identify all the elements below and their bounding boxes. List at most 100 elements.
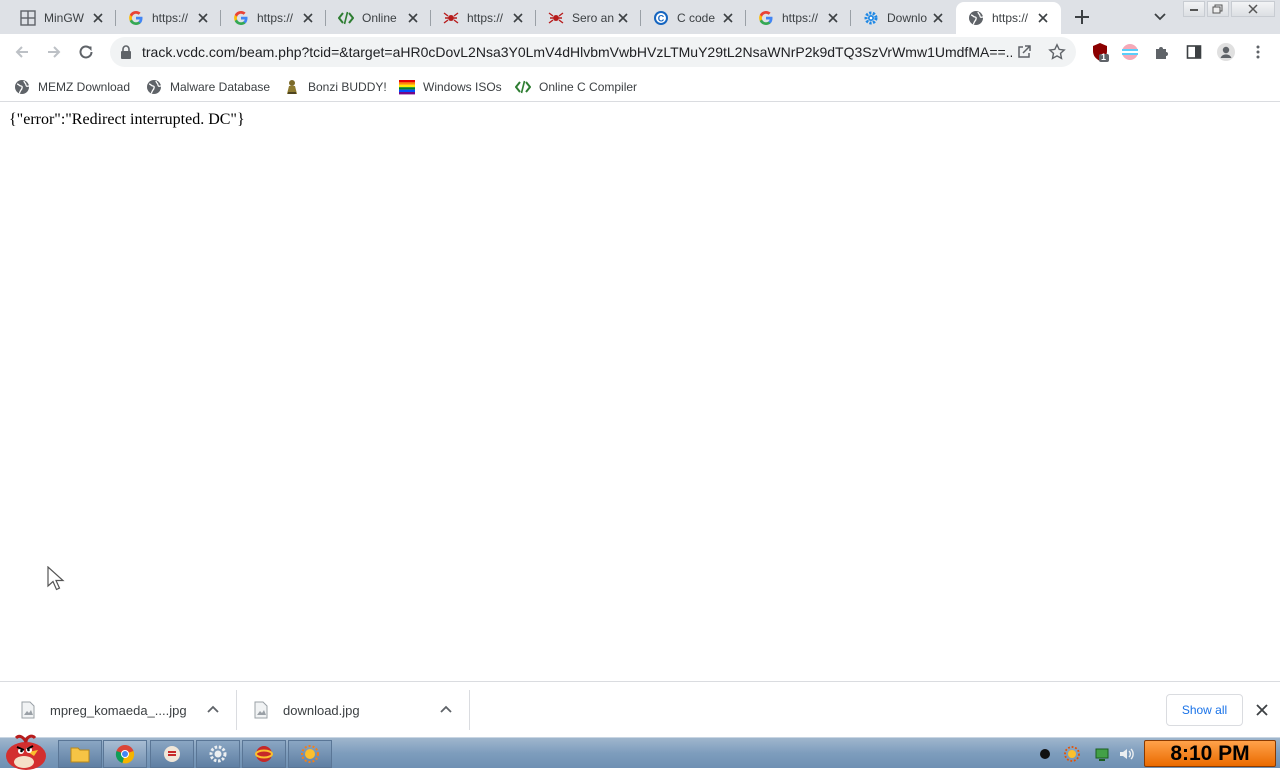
browser-toolbar: track.vcdc.com/beam.php?tcid=&target=aHR… bbox=[0, 34, 1280, 71]
close-window-button[interactable] bbox=[1231, 1, 1275, 17]
taskbar-clock[interactable]: 8:10 PM bbox=[1144, 740, 1276, 767]
tab-spider-2[interactable]: Sero an bbox=[536, 2, 641, 34]
tab-title: https:// bbox=[467, 11, 504, 25]
taskbar-app-3[interactable] bbox=[242, 740, 286, 768]
tray-record-icon[interactable] bbox=[1037, 746, 1053, 762]
svg-text:C: C bbox=[658, 14, 665, 24]
tray-sun-icon[interactable] bbox=[1064, 746, 1080, 762]
gear-icon bbox=[863, 10, 879, 26]
bookmark-label: MEMZ Download bbox=[38, 80, 131, 94]
bookmark-windows-isos[interactable]: Windows ISOs bbox=[399, 75, 502, 99]
bookmark-bonzi-buddy[interactable]: Bonzi BUDDY! bbox=[284, 75, 387, 99]
share-icon[interactable] bbox=[1016, 44, 1032, 60]
google-icon bbox=[128, 10, 144, 26]
error-json-text: {"error":"Redirect interrupted. DC"} bbox=[9, 111, 245, 128]
tab-strip: MinGW https:// https:// Online https:// bbox=[0, 0, 1280, 34]
tab-close-icon[interactable] bbox=[825, 10, 841, 26]
bookmark-star-icon[interactable] bbox=[1048, 43, 1066, 61]
address-bar[interactable]: track.vcdc.com/beam.php?tcid=&target=aHR… bbox=[110, 37, 1076, 67]
tab-close-icon[interactable] bbox=[615, 10, 631, 26]
tab-google-1[interactable]: https:// bbox=[116, 2, 221, 34]
lock-icon[interactable] bbox=[120, 45, 132, 59]
forward-arrow-icon bbox=[48, 46, 61, 58]
tab-title: https:// bbox=[992, 11, 1029, 25]
shield-icon bbox=[1093, 43, 1109, 62]
close-icon[interactable] bbox=[1254, 702, 1270, 718]
taskbar-chrome[interactable] bbox=[103, 740, 147, 768]
minimize-button[interactable] bbox=[1183, 1, 1205, 17]
tab-close-icon[interactable] bbox=[195, 10, 211, 26]
tab-download[interactable]: Downlo bbox=[851, 2, 956, 34]
c-logo-icon: C bbox=[653, 10, 669, 26]
menu-button[interactable] bbox=[1248, 42, 1268, 62]
volume-icon[interactable] bbox=[1118, 746, 1134, 762]
tab-close-icon[interactable] bbox=[405, 10, 421, 26]
restore-button[interactable] bbox=[1207, 1, 1229, 17]
bookmark-malware-database[interactable]: Malware Database bbox=[146, 75, 270, 99]
tab-google-3[interactable]: https:// bbox=[746, 2, 851, 34]
app-bird-icon bbox=[164, 746, 180, 762]
tab-title: MinGW bbox=[44, 11, 84, 25]
sun-icon bbox=[301, 745, 319, 763]
puzzle-icon bbox=[1156, 47, 1168, 59]
back-button[interactable] bbox=[12, 42, 32, 62]
tab-close-icon[interactable] bbox=[1035, 10, 1051, 26]
download-item[interactable]: download.jpg bbox=[253, 682, 463, 738]
show-all-button[interactable]: Show all bbox=[1166, 694, 1243, 726]
tab-mingw[interactable]: MinGW bbox=[8, 2, 116, 34]
minimize-icon bbox=[1190, 9, 1198, 11]
tab-close-icon[interactable] bbox=[90, 10, 106, 26]
url-text[interactable]: track.vcdc.com/beam.php?tcid=&target=aHR… bbox=[142, 44, 1012, 60]
code-icon bbox=[515, 79, 531, 95]
tab-close-icon[interactable] bbox=[720, 10, 736, 26]
bookmark-online-c-compiler[interactable]: Online C Compiler bbox=[515, 75, 637, 99]
taskbar: 8:10 PM bbox=[0, 734, 1280, 770]
tab-close-icon[interactable] bbox=[930, 10, 946, 26]
tab-active-track[interactable]: https:// bbox=[956, 2, 1061, 34]
side-panel-button[interactable] bbox=[1184, 42, 1204, 62]
new-tab-button[interactable] bbox=[1072, 7, 1092, 27]
chevron-up-icon[interactable] bbox=[206, 703, 220, 717]
chevron-up-icon[interactable] bbox=[439, 703, 453, 717]
chrome-icon bbox=[115, 745, 135, 764]
network-icon[interactable] bbox=[1094, 746, 1110, 762]
download-filename: mpreg_komaeda_....jpg bbox=[50, 702, 187, 718]
windows-flag-icon bbox=[399, 79, 415, 95]
taskbar-app-1[interactable] bbox=[150, 740, 194, 768]
tab-title: https:// bbox=[782, 11, 819, 25]
tab-title: Online bbox=[362, 11, 397, 25]
taskbar-app-4[interactable] bbox=[288, 740, 332, 768]
tab-google-2[interactable]: https:// bbox=[221, 2, 326, 34]
spider-icon bbox=[443, 10, 459, 26]
tab-title: Sero an bbox=[572, 11, 615, 25]
profile-button[interactable] bbox=[1216, 42, 1236, 62]
google-icon bbox=[758, 10, 774, 26]
grid-icon bbox=[20, 10, 36, 26]
extensions-button[interactable] bbox=[1152, 42, 1172, 62]
file-image-icon bbox=[21, 701, 35, 719]
download-separator bbox=[469, 690, 470, 730]
tab-close-icon[interactable] bbox=[300, 10, 316, 26]
file-image-icon bbox=[254, 701, 268, 719]
bookmark-memz-download[interactable]: MEMZ Download bbox=[14, 75, 130, 99]
restore-icon bbox=[1212, 4, 1223, 14]
tab-title: Downlo bbox=[887, 11, 928, 25]
taskbar-explorer[interactable] bbox=[58, 740, 102, 768]
reload-button[interactable] bbox=[76, 42, 96, 62]
forward-button[interactable] bbox=[44, 42, 64, 62]
tab-online-compiler[interactable]: Online bbox=[326, 2, 431, 34]
tab-c-code[interactable]: C C code bbox=[641, 2, 746, 34]
tab-search-button[interactable] bbox=[1152, 8, 1168, 24]
bookmark-label: Bonzi BUDDY! bbox=[308, 80, 387, 94]
tab-close-icon[interactable] bbox=[510, 10, 526, 26]
start-button-angry-bird-icon[interactable] bbox=[2, 730, 50, 770]
tab-spider-1[interactable]: https:// bbox=[431, 2, 536, 34]
bookmark-label: Malware Database bbox=[170, 80, 271, 94]
taskbar-app-2[interactable] bbox=[196, 740, 240, 768]
close-icon bbox=[1248, 4, 1258, 14]
tab-title: https:// bbox=[257, 11, 294, 25]
download-item[interactable]: mpreg_komaeda_....jpg bbox=[20, 682, 230, 738]
extension-flag-button[interactable] bbox=[1120, 42, 1140, 62]
extension-shield-button[interactable]: 1 bbox=[1090, 42, 1110, 62]
globe-icon bbox=[146, 79, 162, 95]
